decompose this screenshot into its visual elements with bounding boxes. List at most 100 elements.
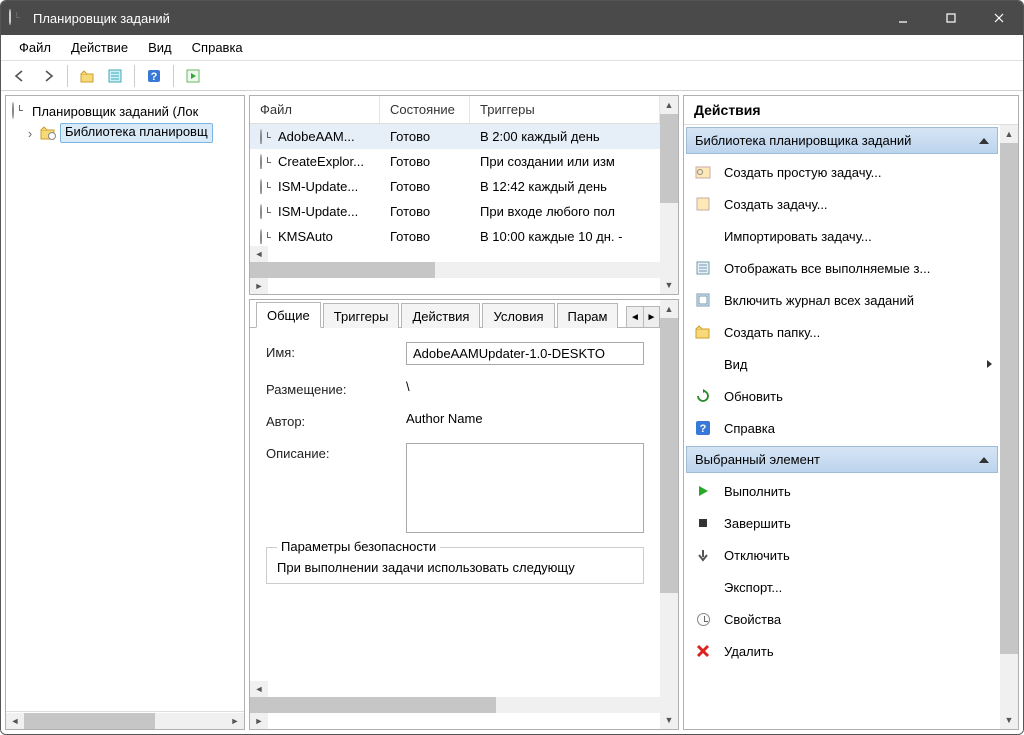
app-icon bbox=[9, 10, 25, 26]
details-vscroll[interactable]: ▲ ▼ bbox=[660, 300, 678, 729]
tasklist-hscroll[interactable]: ◄ ► bbox=[250, 246, 660, 294]
input-name[interactable] bbox=[406, 342, 644, 365]
close-button[interactable] bbox=[975, 1, 1023, 35]
separator bbox=[134, 65, 135, 87]
tree-pane: Планировщик заданий (Лок › Библиотека пл… bbox=[5, 95, 245, 730]
action-view[interactable]: Вид bbox=[684, 348, 1000, 380]
refresh-icon bbox=[694, 387, 712, 405]
col-file[interactable]: Файл bbox=[250, 96, 380, 123]
up-button[interactable] bbox=[74, 64, 100, 88]
label-description: Описание: bbox=[266, 443, 406, 461]
submenu-icon bbox=[987, 360, 992, 368]
task-row[interactable]: ISM-Update...ГотовоПри входе любого пол bbox=[250, 199, 660, 224]
task-row[interactable]: ISM-Update...ГотовоВ 12:42 каждый день bbox=[250, 174, 660, 199]
export-icon bbox=[694, 578, 712, 596]
nav-back-button[interactable] bbox=[7, 64, 33, 88]
run-button[interactable] bbox=[180, 64, 206, 88]
maximize-button[interactable] bbox=[927, 1, 975, 35]
separator bbox=[173, 65, 174, 87]
action-disable[interactable]: Отключить bbox=[684, 539, 1000, 571]
separator bbox=[67, 65, 68, 87]
help-icon: ? bbox=[694, 419, 712, 437]
action-enable-log[interactable]: Включить журнал всех заданий bbox=[684, 284, 1000, 316]
value-location: \ bbox=[406, 379, 644, 394]
tab-params[interactable]: Парам bbox=[557, 303, 619, 328]
wizard-icon bbox=[694, 163, 712, 181]
folder-clock-icon bbox=[40, 125, 56, 141]
details-hscroll[interactable]: ◄ ► bbox=[250, 681, 660, 729]
action-create-task[interactable]: Создать задачу... bbox=[684, 188, 1000, 220]
task-row[interactable]: CreateExplor...ГотовоПри создании или из… bbox=[250, 149, 660, 174]
menu-file[interactable]: Файл bbox=[9, 40, 61, 55]
actions-vscroll[interactable]: ▲ ▼ bbox=[1000, 125, 1018, 729]
collapse-icon bbox=[979, 138, 989, 144]
svg-text:?: ? bbox=[151, 71, 158, 83]
task-row[interactable]: AdobeAAM...ГотовоВ 2:00 каждый день bbox=[250, 124, 660, 149]
label-author: Автор: bbox=[266, 411, 406, 429]
clock-icon bbox=[260, 130, 274, 144]
action-new-folder[interactable]: Создать папку... bbox=[684, 316, 1000, 348]
menubar: Файл Действие Вид Справка bbox=[1, 35, 1023, 61]
task-list-header: Файл Состояние Триггеры bbox=[250, 96, 660, 124]
actions-section-selected[interactable]: Выбранный элемент bbox=[686, 446, 998, 473]
value-author: Author Name bbox=[406, 411, 644, 426]
log-icon bbox=[694, 291, 712, 309]
task-row[interactable]: KMSAutoГотовоВ 10:00 каждые 10 дн. - bbox=[250, 224, 660, 246]
clock-icon bbox=[260, 155, 274, 169]
minimize-button[interactable] bbox=[879, 1, 927, 35]
action-properties[interactable]: Свойства bbox=[684, 603, 1000, 635]
actions-section-library[interactable]: Библиотека планировщика заданий bbox=[686, 127, 998, 154]
col-state[interactable]: Состояние bbox=[380, 96, 470, 123]
action-end[interactable]: Завершить bbox=[684, 507, 1000, 539]
window-title: Планировщик заданий bbox=[33, 11, 879, 26]
action-export[interactable]: Экспорт... bbox=[684, 571, 1000, 603]
clock-icon bbox=[260, 230, 274, 244]
tasklist-vscroll[interactable]: ▲ ▼ bbox=[660, 96, 678, 294]
action-refresh[interactable]: Обновить bbox=[684, 380, 1000, 412]
svg-text:?: ? bbox=[700, 423, 707, 435]
actions-pane: Действия Библиотека планировщика заданий… bbox=[683, 95, 1019, 730]
properties-button[interactable] bbox=[102, 64, 128, 88]
clock-icon bbox=[12, 103, 28, 119]
action-run[interactable]: Выполнить bbox=[684, 475, 1000, 507]
action-create-simple-task[interactable]: Создать простую задачу... bbox=[684, 156, 1000, 188]
clock-icon bbox=[260, 180, 274, 194]
input-description[interactable] bbox=[406, 443, 644, 533]
col-triggers[interactable]: Триггеры bbox=[470, 96, 660, 123]
action-show-running[interactable]: Отображать все выполняемые з... bbox=[684, 252, 1000, 284]
task-details: Общие Триггеры Действия Условия Парам ◄►… bbox=[249, 299, 679, 730]
toolbar: ? bbox=[1, 61, 1023, 91]
security-group: Параметры безопасности При выполнении за… bbox=[266, 547, 644, 584]
list-icon bbox=[694, 259, 712, 277]
tree-root[interactable]: Планировщик заданий (Лок bbox=[8, 100, 242, 122]
tab-scroll[interactable]: ◄► bbox=[626, 306, 660, 327]
actions-title: Действия bbox=[684, 96, 1018, 125]
tab-general[interactable]: Общие bbox=[256, 302, 321, 328]
security-text: При выполнении задачи использовать следу… bbox=[277, 560, 633, 575]
tree-hscroll[interactable]: ◄ ► bbox=[6, 711, 244, 729]
import-icon bbox=[694, 227, 712, 245]
menu-action[interactable]: Действие bbox=[61, 40, 138, 55]
stop-icon bbox=[694, 514, 712, 532]
titlebar: Планировщик заданий bbox=[1, 1, 1023, 35]
nav-forward-button[interactable] bbox=[35, 64, 61, 88]
tab-conditions[interactable]: Условия bbox=[482, 303, 554, 328]
details-tabs: Общие Триггеры Действия Условия Парам ◄► bbox=[250, 300, 660, 328]
menu-view[interactable]: Вид bbox=[138, 40, 182, 55]
delete-icon bbox=[694, 642, 712, 660]
task-list: Файл Состояние Триггеры AdobeAAM...Готов… bbox=[249, 95, 679, 295]
label-location: Размещение: bbox=[266, 379, 406, 397]
chevron-right-icon[interactable]: › bbox=[24, 126, 36, 141]
tab-actions[interactable]: Действия bbox=[401, 303, 480, 328]
label-name: Имя: bbox=[266, 342, 406, 360]
collapse-icon bbox=[979, 457, 989, 463]
tree-library[interactable]: › Библиотека планировщ bbox=[8, 122, 242, 144]
menu-help[interactable]: Справка bbox=[182, 40, 253, 55]
help-button[interactable]: ? bbox=[141, 64, 167, 88]
play-icon bbox=[694, 482, 712, 500]
action-import-task[interactable]: Импортировать задачу... bbox=[684, 220, 1000, 252]
action-delete[interactable]: Удалить bbox=[684, 635, 1000, 667]
action-help[interactable]: ? Справка bbox=[684, 412, 1000, 444]
tab-triggers[interactable]: Триггеры bbox=[323, 303, 400, 328]
security-legend: Параметры безопасности bbox=[277, 539, 440, 554]
